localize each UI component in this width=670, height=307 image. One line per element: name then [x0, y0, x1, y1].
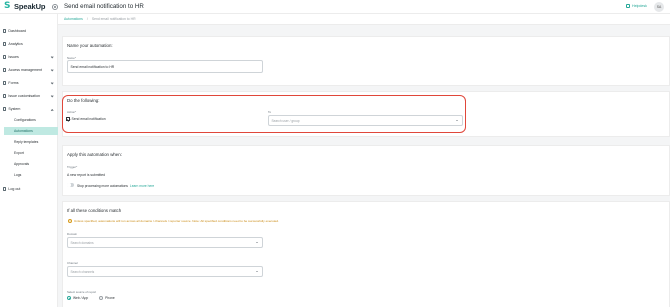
- sidebar-item-issue-customisation[interactable]: Issue customisation: [0, 92, 58, 100]
- breadcrumb: Automations / Send email notification to…: [58, 14, 670, 25]
- channel-select[interactable]: Search channels: [67, 266, 263, 277]
- sidebar-item-label: Log out: [8, 187, 21, 191]
- stop-processing-toggle[interactable]: [67, 183, 74, 187]
- sidebar: Dashboard Analytics Issues Access manage…: [0, 14, 58, 307]
- name-section: Name your automation: Name* Send email n…: [62, 36, 670, 86]
- sidebar-item-label: Issues: [8, 55, 19, 59]
- dashboard-icon: [3, 29, 7, 33]
- learn-more-link[interactable]: Learn more here: [130, 184, 154, 188]
- workspace-icon: [626, 4, 630, 8]
- radio-web-app-label[interactable]: Web / App: [73, 296, 88, 300]
- forms-icon: [3, 81, 7, 85]
- trigger-field-label: Trigger*: [67, 165, 77, 169]
- speakup-logo-icon: S: [4, 1, 11, 11]
- chevron-down-icon: [50, 55, 54, 59]
- warning-icon: !: [68, 219, 72, 223]
- sidebar-item-analytics[interactable]: Analytics: [0, 40, 58, 48]
- chevron-up-icon: [50, 108, 54, 112]
- automation-name-input[interactable]: Send email notification to HR: [67, 60, 263, 73]
- sidebar-subitem-approvals[interactable]: Approvals: [4, 160, 58, 168]
- sidebar-item-forms[interactable]: Forms: [0, 79, 58, 87]
- chevron-down-icon: [256, 242, 258, 243]
- sidebar-item-system[interactable]: System: [0, 105, 58, 113]
- radio-web-app[interactable]: [67, 296, 71, 300]
- sidebar-item-label: System: [8, 107, 21, 111]
- conditions-section-title: If all these conditions match: [67, 208, 122, 213]
- sidebar-subitem-export[interactable]: Export: [4, 149, 58, 157]
- apply-section: Apply this automation when: Trigger* A n…: [62, 145, 670, 196]
- sidebar-item-label: Forms: [8, 81, 19, 85]
- chevron-down-icon: [50, 68, 54, 72]
- issues-icon: [3, 55, 7, 59]
- page-title: Send email notification to HR: [64, 3, 144, 10]
- domain-select[interactable]: Search domains: [67, 237, 263, 248]
- trigger-label-text: Trigger: [67, 165, 77, 169]
- breadcrumb-current: Send email notification to HR: [91, 17, 136, 21]
- domain-placeholder: Search domains: [70, 240, 94, 245]
- customisation-icon: [3, 94, 7, 98]
- breadcrumb-separator: /: [86, 17, 88, 21]
- stop-processing-text: Stop processing more automations: [77, 183, 128, 188]
- analytics-icon: [3, 42, 7, 46]
- sidebar-subitem-reply-templates[interactable]: Reply templates: [4, 138, 58, 146]
- sidebar-item-label: Analytics: [8, 42, 23, 46]
- trigger-value: A new report is submitted: [67, 173, 106, 177]
- workspace-label: Helpdesk: [632, 4, 647, 8]
- sidebar-item-label: Issue customisation: [8, 94, 40, 98]
- name-section-title: Name your automation:: [67, 43, 113, 48]
- required-marker: *: [76, 165, 78, 169]
- do-section-highlight: [62, 95, 466, 133]
- stop-processing-label: Stop processing more automations Learn m…: [77, 184, 154, 188]
- chevron-down-icon: [256, 271, 258, 272]
- sidebar-item-dashboard[interactable]: Dashboard: [0, 27, 58, 35]
- channel-field-label: Channel: [67, 261, 78, 265]
- sidebar-item-label: Dashboard: [8, 29, 26, 33]
- source-field-label: Select source of report: [67, 290, 97, 294]
- chevron-down-icon: [50, 81, 54, 85]
- chevron-down-icon: [50, 94, 54, 98]
- apply-section-title: Apply this automation when:: [67, 152, 122, 157]
- sidebar-item-logout[interactable]: Log out: [0, 185, 58, 193]
- user-avatar[interactable]: SA: [654, 2, 664, 12]
- app-name: SpeakUp: [14, 2, 46, 11]
- radio-phone-label[interactable]: Phone: [105, 296, 115, 300]
- top-header: S SpeakUp Send email notification to HR …: [0, 0, 670, 14]
- sidebar-item-label: Access management: [8, 68, 42, 72]
- conditions-section: If all these conditions match Domain Sea…: [62, 201, 670, 307]
- channel-placeholder: Search channels: [70, 269, 95, 274]
- system-icon: [3, 107, 7, 111]
- workspace-switcher[interactable]: Helpdesk: [626, 4, 647, 8]
- domain-field-label: Domain: [67, 232, 77, 236]
- sidebar-item-issues[interactable]: Issues: [0, 53, 58, 61]
- access-icon: [3, 68, 7, 72]
- sidebar-subitem-automations[interactable]: Automations: [4, 127, 58, 135]
- sidebar-item-access-management[interactable]: Access management: [0, 66, 58, 74]
- sidebar-subitem-logs[interactable]: Logs: [4, 171, 58, 179]
- settings-icon[interactable]: [52, 4, 58, 10]
- conditions-warning: ! Unless specified, automations will run…: [68, 219, 279, 223]
- logout-icon: [3, 187, 7, 191]
- sidebar-subitem-configurations[interactable]: Configurations: [4, 116, 58, 124]
- speakup-logo[interactable]: S SpeakUp: [4, 1, 46, 12]
- warning-text: Unless specified, automations will run a…: [74, 219, 279, 223]
- radio-phone[interactable]: [99, 296, 104, 300]
- breadcrumb-automations-link[interactable]: Automations: [64, 17, 83, 21]
- source-radio-group: Web / App Phone: [67, 296, 115, 300]
